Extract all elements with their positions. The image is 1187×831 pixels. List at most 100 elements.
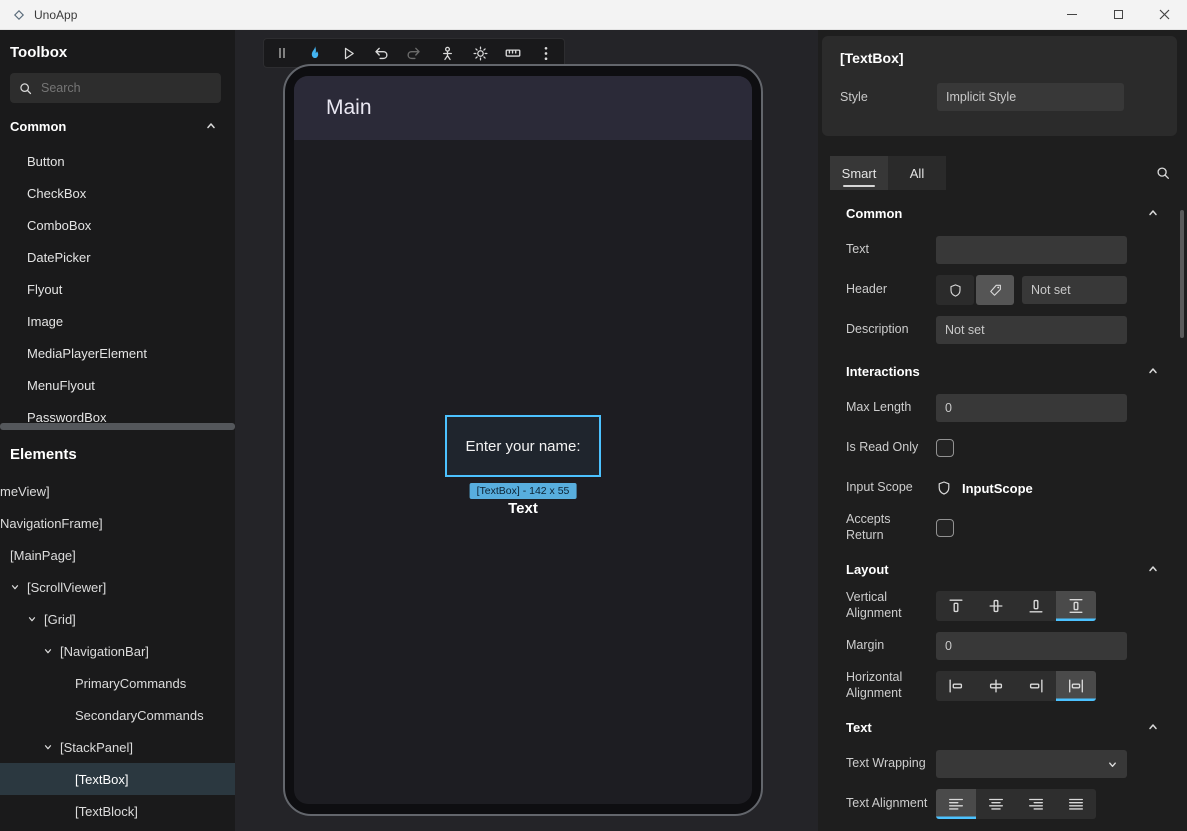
close-button[interactable] (1141, 0, 1187, 29)
section-text[interactable]: Text (818, 710, 1187, 744)
property-label: Max Length (846, 400, 936, 416)
is-read-only-checkbox[interactable] (936, 439, 954, 457)
description-input[interactable] (936, 316, 1127, 344)
more-options-button[interactable] (536, 43, 556, 63)
properties-panel: [TextBox] Style Smart All Common Text He… (818, 30, 1187, 831)
person-icon[interactable] (437, 43, 457, 63)
text-input[interactable] (936, 236, 1127, 264)
property-row-text: Text (818, 230, 1187, 270)
tree-item-stackpanel[interactable]: [StackPanel] (0, 731, 235, 763)
header-input[interactable] (1022, 276, 1127, 304)
text-wrapping-dropdown[interactable] (936, 750, 1127, 778)
ruler-icon[interactable] (503, 43, 523, 63)
tree-item-grid[interactable]: [Grid] (0, 603, 235, 635)
chevron-up-icon[interactable] (1147, 207, 1159, 219)
valign-stretch-button[interactable] (1056, 591, 1096, 621)
theme-sun-icon[interactable] (470, 43, 490, 63)
maximize-button[interactable] (1095, 0, 1141, 29)
valign-top-button[interactable] (936, 591, 976, 621)
halign-center-button[interactable] (976, 671, 1016, 701)
search-icon (18, 81, 33, 96)
chevron-down-icon[interactable] (10, 582, 27, 592)
textblock-text: Text (508, 500, 538, 517)
section-layout[interactable]: Layout (818, 552, 1187, 586)
search-input[interactable] (41, 81, 213, 95)
tree-item-label: [Grid] (44, 612, 76, 627)
maximize-icon (1114, 10, 1123, 19)
max-length-input[interactable] (936, 394, 1127, 422)
header-binding-toggle[interactable] (936, 275, 974, 305)
chevron-up-icon[interactable] (1147, 721, 1159, 733)
halign-right-button[interactable] (1016, 671, 1056, 701)
tree-item-textblock[interactable]: [TextBlock] (0, 795, 235, 827)
toolbox-item-datepicker[interactable]: DatePicker (0, 241, 235, 273)
text-align-center-button[interactable] (976, 789, 1016, 819)
tree-item-primarycommands[interactable]: PrimaryCommands (0, 667, 235, 699)
tree-item-navigationframe[interactable]: NavigationFrame] (0, 507, 235, 539)
property-row-margin: Margin (818, 626, 1187, 666)
elements-title: Elements (0, 430, 235, 475)
tree-item-navigationbar[interactable]: [NavigationBar] (0, 635, 235, 667)
style-input[interactable] (937, 83, 1124, 111)
toolbox-group-common[interactable]: Common (0, 107, 235, 145)
stretch-vertical-icon (1067, 597, 1085, 615)
accepts-return-checkbox[interactable] (936, 519, 954, 537)
chevron-down-icon (1107, 759, 1118, 770)
undo-button[interactable] (371, 43, 391, 63)
header-tag-toggle[interactable] (976, 275, 1014, 305)
minimize-button[interactable] (1049, 0, 1095, 29)
align-top-icon (947, 597, 965, 615)
text-align-justify-button[interactable] (1056, 789, 1096, 819)
valign-center-button[interactable] (976, 591, 1016, 621)
toolbox-item-image[interactable]: Image (0, 305, 235, 337)
canvas-textblock[interactable]: Text (294, 500, 752, 517)
chevron-down-icon[interactable] (27, 614, 44, 624)
tree-item-scrollviewer[interactable]: [ScrollViewer] (0, 571, 235, 603)
align-right-edge-icon (1027, 677, 1045, 695)
properties-scrollbar-thumb[interactable] (1180, 210, 1184, 338)
text-align-right-button[interactable] (1016, 789, 1056, 819)
toolbox-search[interactable] (10, 73, 221, 103)
tree-item-textbox[interactable]: [TextBox] (0, 763, 235, 795)
search-icon (1155, 165, 1171, 181)
input-scope-value[interactable]: InputScope (962, 481, 1033, 496)
canvas-textbox[interactable]: Enter your name: (445, 415, 601, 477)
tab-all[interactable]: All (888, 156, 946, 190)
tree-item-secondarycommands[interactable]: SecondaryCommands (0, 699, 235, 731)
toolbox-item-flyout[interactable]: Flyout (0, 273, 235, 305)
halign-left-button[interactable] (936, 671, 976, 701)
toolbox-item-mediaplayerelement[interactable]: MediaPlayerElement (0, 337, 235, 369)
tab-smart[interactable]: Smart (830, 156, 888, 190)
section-interactions[interactable]: Interactions (818, 354, 1187, 388)
redo-button[interactable] (404, 43, 424, 63)
tree-item-someview[interactable]: meView] (0, 475, 235, 507)
align-left-edge-icon (947, 677, 965, 695)
valign-bottom-button[interactable] (1016, 591, 1056, 621)
app-navigation-bar[interactable]: Main (294, 76, 752, 140)
chevron-down-icon[interactable] (43, 646, 60, 656)
chevron-down-icon[interactable] (43, 742, 60, 752)
toolbox-horizontal-scrollbar[interactable] (0, 423, 235, 430)
chevron-up-icon[interactable] (1147, 563, 1159, 575)
tab-label: All (910, 166, 924, 181)
inspector-tabs: Smart All (830, 156, 1171, 190)
tree-item-label: [NavigationBar] (60, 644, 149, 659)
hot-reload-flame-icon[interactable] (305, 43, 325, 63)
margin-input[interactable] (936, 632, 1127, 660)
play-button[interactable] (338, 43, 358, 63)
toolbar-drag-handle[interactable] (272, 43, 292, 63)
chevron-up-icon[interactable] (1147, 365, 1159, 377)
toolbox-item-button[interactable]: Button (0, 145, 235, 177)
selection-size-badge: [TextBox] - 142 x 55 (470, 483, 577, 499)
section-common[interactable]: Common (818, 196, 1187, 230)
properties-search-button[interactable] (1155, 165, 1171, 181)
toolbox-item-combobox[interactable]: ComboBox (0, 209, 235, 241)
toolbox-item-menuflyout[interactable]: MenuFlyout (0, 369, 235, 401)
text-alignment-group (936, 789, 1096, 819)
tree-item-mainpage[interactable]: [MainPage] (0, 539, 235, 571)
text-align-left-button[interactable] (936, 789, 976, 819)
halign-stretch-button[interactable] (1056, 671, 1096, 701)
property-row-input-scope: Input Scope InputScope (818, 468, 1187, 508)
toolbox-item-checkbox[interactable]: CheckBox (0, 177, 235, 209)
chevron-up-icon[interactable] (205, 120, 217, 132)
